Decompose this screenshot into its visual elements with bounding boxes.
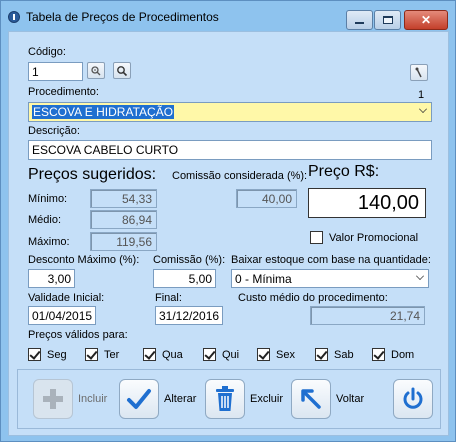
power-icon (393, 379, 433, 419)
comissao-input[interactable]: 5,00 (153, 269, 216, 288)
maximize-button[interactable] (374, 10, 401, 30)
pin-button[interactable] (410, 64, 428, 81)
window-title: Tabela de Preços de Procedimentos (26, 10, 219, 24)
day-label-seg: Seg (47, 349, 67, 361)
desconto-input[interactable]: 3,00 (28, 269, 75, 288)
power-button[interactable] (393, 377, 433, 421)
validade-label: Validade Inicial: (28, 292, 105, 304)
comissao-label: Comissão (%): (153, 254, 226, 266)
maximo-label: Máximo: (28, 236, 70, 248)
procedimento-label: Procedimento: (28, 86, 99, 98)
window: Tabela de Preços de Procedimentos ✕ Códi… (0, 0, 456, 442)
voltar-label: Voltar (336, 393, 365, 405)
trash-icon (205, 379, 245, 419)
chevron-down-icon (416, 272, 424, 280)
search-pin-icon (91, 65, 101, 75)
day-label-qui: Qui (222, 349, 240, 361)
comissao-considerada-label: Comissão considerada (%): (172, 170, 308, 182)
minimize-icon (355, 22, 364, 24)
final-input[interactable]: 31/12/2016 (155, 306, 223, 325)
day-label-qua: Qua (162, 349, 183, 361)
action-toolbar: Incluir Alterar Excluir Voltar (17, 369, 441, 429)
precos-validos-label: Preços válidos para: (28, 329, 128, 341)
checkbox-ter[interactable] (85, 348, 98, 361)
app-icon (8, 11, 20, 23)
checkbox-seg[interactable] (28, 348, 41, 361)
procedimento-select[interactable]: ESCOVA E HIDRATAÇÃO (28, 102, 432, 122)
close-button[interactable]: ✕ (404, 10, 448, 30)
check-icon (119, 379, 159, 419)
final-label: Final: (155, 292, 182, 304)
checkbox-qua[interactable] (143, 348, 156, 361)
minimo-value: 54,33 (90, 189, 157, 208)
day-label-sab: Sab (334, 349, 354, 361)
custo-medio-value: 21,74 (310, 306, 425, 325)
maximo-value: 119,56 (90, 232, 157, 251)
baixar-estoque-value: 0 - Mínima (235, 272, 292, 286)
desconto-label: Desconto Máximo (%): (28, 254, 140, 266)
back-arrow-icon (291, 379, 331, 419)
day-label-ter: Ter (104, 349, 120, 361)
checkbox-sex[interactable] (257, 348, 270, 361)
close-icon: ✕ (420, 13, 432, 27)
preco-label: Preço R$: (308, 163, 380, 180)
alterar-button[interactable]: Alterar (119, 377, 196, 421)
descricao-label: Descrição: (28, 125, 80, 137)
minimize-button[interactable] (346, 10, 373, 30)
preco-input[interactable]: 140,00 (308, 188, 426, 218)
pin-icon (415, 67, 422, 77)
checkbox-sab[interactable] (315, 348, 328, 361)
title-bar[interactable]: Tabela de Preços de Procedimentos ✕ (1, 1, 455, 31)
custo-medio-label: Custo médio do procedimento: (238, 292, 388, 304)
codigo-label: Código: (28, 46, 66, 58)
checkbox-dom[interactable] (372, 348, 385, 361)
search-icon (117, 65, 128, 76)
plus-icon (33, 379, 73, 419)
codigo-input[interactable]: 1 (28, 62, 83, 81)
descricao-input[interactable]: ESCOVA CABELO CURTO (28, 140, 432, 160)
day-label-dom: Dom (391, 349, 415, 361)
incluir-button[interactable]: Incluir (33, 377, 107, 421)
alterar-label: Alterar (164, 393, 197, 405)
minimo-label: Mínimo: (28, 193, 68, 205)
day-label-sex: Sex (276, 349, 295, 361)
voltar-button[interactable]: Voltar (291, 377, 364, 421)
search-pin-button[interactable] (87, 62, 105, 79)
comissao-considerada-value: 40,00 (236, 189, 297, 208)
precos-sugeridos-title: Preços sugeridos: (28, 166, 157, 183)
validade-input[interactable]: 01/04/2015 (28, 306, 96, 325)
valor-promocional-checkbox[interactable] (310, 231, 323, 244)
record-counter: 1 (418, 89, 425, 101)
medio-label: Médio: (28, 214, 62, 226)
incluir-label: Incluir (78, 393, 108, 405)
search-button[interactable] (113, 62, 131, 79)
procedimento-value: ESCOVA E HIDRATAÇÃO (32, 105, 175, 119)
maximize-icon (382, 16, 393, 24)
valor-promocional-label: Valor Promocional (329, 232, 419, 244)
checkbox-qui[interactable] (203, 348, 216, 361)
excluir-label: Excluir (250, 393, 284, 405)
medio-value: 86,94 (90, 210, 157, 229)
baixar-estoque-label: Baixar estoque com base na quantidade: (231, 254, 431, 266)
excluir-button[interactable]: Excluir (205, 377, 283, 421)
baixar-estoque-select[interactable]: 0 - Mínima (231, 269, 429, 288)
chevron-down-icon (419, 105, 427, 113)
form-panel: Código: 1 Procedimento: 1 ESCOVA E HIDRA… (8, 31, 449, 436)
